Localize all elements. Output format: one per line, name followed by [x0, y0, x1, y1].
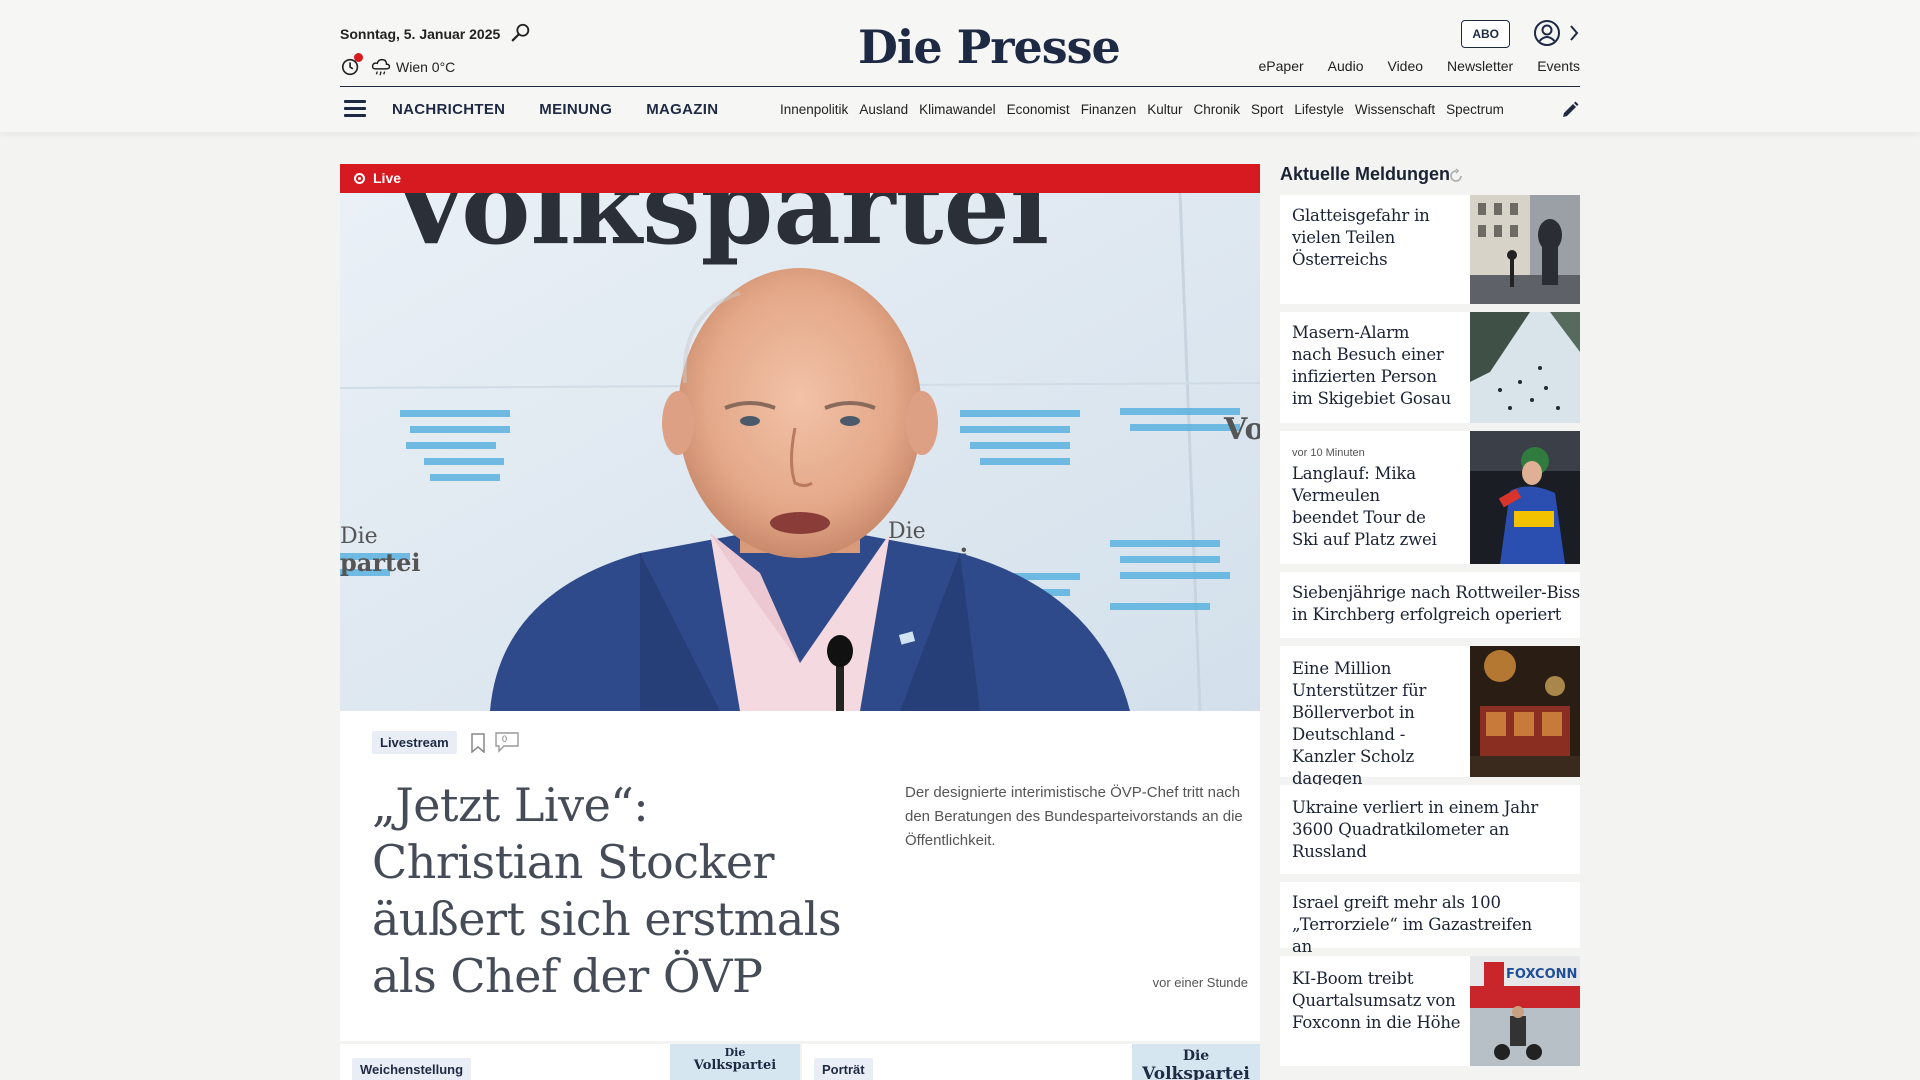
- news-thumbnail: [1470, 646, 1580, 777]
- news-item[interactable]: KI-Boom treibt Quartalsumsatz von Foxcon…: [1280, 956, 1580, 1066]
- subnav-klimawandel[interactable]: Klimawandel: [919, 102, 996, 117]
- news-title[interactable]: Ukraine verliert in einem Jahr 3600 Quad…: [1292, 797, 1552, 863]
- news-title[interactable]: Masern-Alarm nach Besuch einer infiziert…: [1292, 322, 1452, 410]
- news-title[interactable]: Israel greift mehr als 100 „Terrorziele“…: [1292, 892, 1552, 958]
- top-links: ePaper Audio Video Newsletter Events: [1259, 58, 1580, 74]
- news-item[interactable]: Glatteisgefahr in vielen Teilen Österrei…: [1280, 195, 1580, 304]
- notification-dot: [354, 53, 363, 62]
- link-audio[interactable]: Audio: [1328, 58, 1364, 74]
- hero-body: Livestream 0 „Jetzt Live“: Christian Sto…: [340, 711, 1260, 1041]
- news-item[interactable]: Siebenjährige nach Rottweiler-Biss in Ki…: [1280, 572, 1580, 638]
- news-time: vor 10 Minuten: [1292, 447, 1365, 459]
- news-title[interactable]: Langlauf: Mika Vermeulen beendet Tour de…: [1292, 463, 1442, 551]
- comment-count: 0: [502, 734, 508, 744]
- main-nav: NACHRICHTEN MEINUNG MAGAZIN: [392, 101, 718, 118]
- thumb-text-volkspartei: Volkspartei: [693, 1058, 777, 1073]
- category-chip[interactable]: Weichenstellung: [352, 1058, 472, 1080]
- search-icon[interactable]: [510, 22, 532, 44]
- hero-article[interactable]: Live Volkspartei Vo Die partei Die Lives…: [340, 164, 1260, 1041]
- subnav-economist[interactable]: Economist: [1007, 102, 1070, 117]
- backdrop-die-left: Die: [340, 524, 378, 549]
- link-newsletter[interactable]: Newsletter: [1447, 58, 1513, 74]
- category-chip[interactable]: Porträt: [814, 1058, 873, 1080]
- subnav-kultur[interactable]: Kultur: [1147, 102, 1182, 117]
- news-item[interactable]: Ukraine verliert in einem Jahr 3600 Quad…: [1280, 785, 1580, 874]
- live-label: Live: [373, 170, 402, 186]
- news-thumbnail: [1470, 312, 1580, 423]
- menu-icon[interactable]: [344, 100, 366, 118]
- hero-timestamp: vor einer Stunde: [1152, 975, 1248, 990]
- backdrop-volkspartei: Volkspartei: [389, 193, 1049, 268]
- sidebar-title: Aktuelle Meldungen: [1280, 164, 1451, 184]
- live-dot-icon: [354, 173, 365, 184]
- news-title[interactable]: Siebenjährige nach Rottweiler-Biss in Ki…: [1292, 582, 1582, 626]
- chevron-right-icon[interactable]: [1568, 24, 1580, 42]
- news-item[interactable]: Masern-Alarm nach Besuch einer infiziert…: [1280, 312, 1580, 423]
- news-thumbnail: [1470, 431, 1580, 564]
- thumb-text-volkspartei: Volkspartei: [1142, 1064, 1250, 1080]
- hero-headline[interactable]: „Jetzt Live“: Christian Stocker äußert s…: [372, 777, 842, 1005]
- news-title[interactable]: KI-Boom treibt Quartalsumsatz von Foxcon…: [1292, 968, 1462, 1034]
- link-epaper[interactable]: ePaper: [1259, 58, 1304, 74]
- card-thumbnail: Die Volkspartei: [1132, 1044, 1260, 1080]
- news-item[interactable]: Eine Million Unterstützer für Böllerverb…: [1280, 646, 1580, 788]
- news-title[interactable]: Eine Million Unterstützer für Böllerverb…: [1292, 658, 1462, 790]
- subnav-fade: [1500, 96, 1536, 126]
- hero-teaser: Der designierte interimistische ÖVP-Chef…: [905, 784, 1243, 849]
- bookmark-icon[interactable]: [470, 733, 486, 753]
- rain-cloud-icon: [371, 58, 391, 76]
- pencil-icon[interactable]: [1560, 100, 1580, 120]
- hero-image[interactable]: Volkspartei Vo Vo Die partei Die partei: [340, 193, 1260, 711]
- news-title[interactable]: Glatteisgefahr in vielen Teilen Österrei…: [1292, 205, 1442, 271]
- weather-text[interactable]: Wien 0°C: [396, 59, 455, 75]
- link-video[interactable]: Video: [1387, 58, 1423, 74]
- hero-photo-illustration: Volkspartei Vo Vo Die partei Die partei: [340, 193, 1260, 711]
- article-card[interactable]: Weichenstellung Die Volkspartei: [340, 1044, 800, 1080]
- subnav-chronik[interactable]: Chronik: [1194, 102, 1241, 117]
- news-item[interactable]: Israel greift mehr als 100 „Terrorziele“…: [1280, 882, 1580, 956]
- sub-nav: Innenpolitik Ausland Klimawandel Economist F…: [780, 102, 1534, 117]
- nav-meinung[interactable]: MEINUNG: [539, 101, 612, 118]
- refresh-icon[interactable]: [1448, 168, 1464, 184]
- backdrop-die-mid: Die: [888, 519, 926, 544]
- site-logo[interactable]: Die Presse: [858, 20, 1121, 74]
- abo-button[interactable]: ABO: [1461, 20, 1510, 48]
- nav-magazin[interactable]: MAGAZIN: [646, 101, 718, 118]
- news-thumbnail: [1470, 195, 1580, 304]
- card-thumbnail: Die Volkspartei: [670, 1044, 800, 1080]
- live-bar: Live: [340, 164, 1260, 193]
- subnav-wissenschaft[interactable]: Wissenschaft: [1355, 102, 1435, 117]
- subnav-finanzen[interactable]: Finanzen: [1081, 102, 1137, 117]
- header-divider: [340, 86, 1580, 87]
- subnav-innenpolitik[interactable]: Innenpolitik: [780, 102, 848, 117]
- article-card[interactable]: Porträt Die Volkspartei: [802, 1044, 1260, 1080]
- news-item[interactable]: vor 10 Minuten Langlauf: Mika Vermeulen …: [1280, 431, 1580, 564]
- subnav-spectrum[interactable]: Spectrum: [1446, 102, 1504, 117]
- current-date: Sonntag, 5. Januar 2025: [340, 26, 501, 42]
- backdrop-partei-left: partei: [340, 548, 420, 577]
- category-chip[interactable]: Livestream: [372, 731, 457, 754]
- user-account-icon[interactable]: [1532, 18, 1562, 48]
- news-thumbnail: FOXCONN: [1470, 956, 1580, 1066]
- nav-nachrichten[interactable]: NACHRICHTEN: [392, 101, 505, 118]
- subnav-lifestyle[interactable]: Lifestyle: [1294, 102, 1344, 117]
- backdrop-vo-right: Vo: [1223, 412, 1260, 447]
- subnav-ausland[interactable]: Ausland: [859, 102, 908, 117]
- thumb-text-die: Die: [1182, 1048, 1210, 1064]
- foxconn-sign: FOXCONN: [1506, 967, 1577, 982]
- link-events[interactable]: Events: [1537, 58, 1580, 74]
- subnav-sport[interactable]: Sport: [1251, 102, 1283, 117]
- site-header: Sonntag, 5. Januar 2025 Wien 0°C Die Pre…: [0, 0, 1920, 132]
